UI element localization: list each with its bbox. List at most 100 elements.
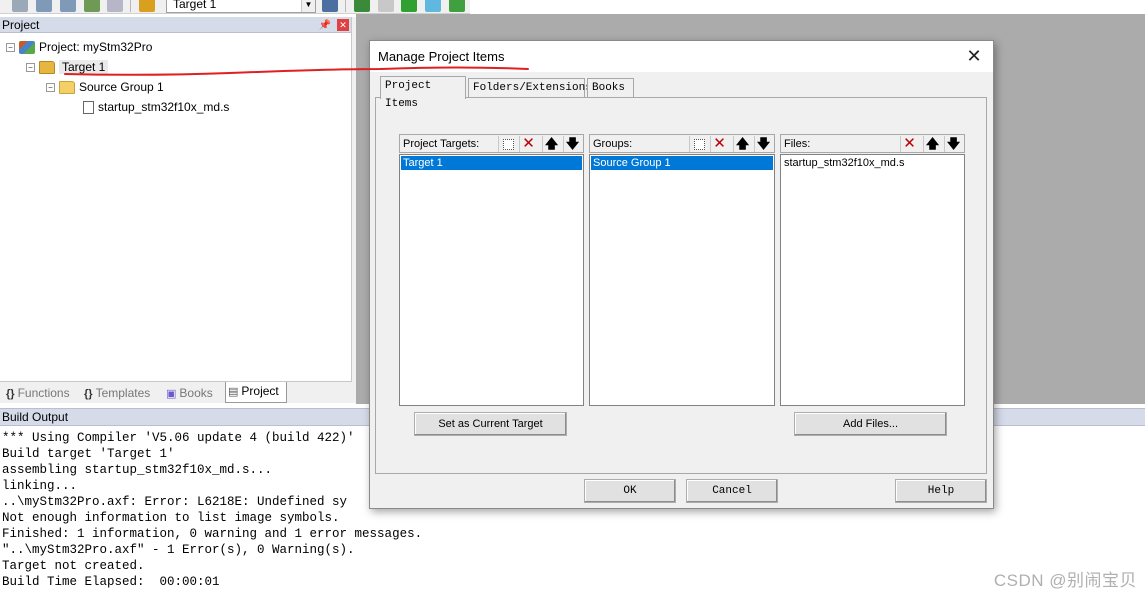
- build-line: Target not created.: [2, 559, 145, 573]
- tree-node-group[interactable]: − Source Group 1: [46, 78, 164, 96]
- tab-folders-extensions[interactable]: Folders/Extensions: [468, 78, 592, 98]
- project-targets-group: Project Targets: ✕ 🡅 🡇 Target 1: [399, 134, 584, 406]
- panel-splitter[interactable]: [352, 17, 356, 403]
- files-header: Files: ✕ 🡅 🡇: [780, 134, 965, 153]
- files-list[interactable]: startup_stm32f10x_md.s: [780, 154, 965, 406]
- delete-target-icon[interactable]: ✕: [519, 136, 537, 152]
- ok-button[interactable]: OK: [584, 479, 676, 503]
- tab-templates[interactable]: {} Templates: [82, 384, 160, 403]
- cancel-button[interactable]: Cancel: [686, 479, 778, 503]
- build-line: Build target 'Target 1': [2, 447, 175, 461]
- collapse-icon[interactable]: −: [46, 83, 55, 93]
- tab-books[interactable]: ▣ Books: [164, 384, 222, 403]
- tab-functions[interactable]: {} Functions: [4, 384, 76, 403]
- build-line: "..\myStm32Pro.axf" - 1 Error(s), 0 Warn…: [2, 543, 355, 557]
- move-up-icon[interactable]: 🡅: [733, 136, 751, 152]
- braces-icon: {}: [6, 388, 15, 400]
- project-panel-tabs: {} Functions {} Templates ▣ Books ▤ Project: [0, 381, 352, 403]
- groups-group: Groups: ✕ 🡅 🡇 Source Group 1: [589, 134, 775, 406]
- tree-node-target[interactable]: − Target 1: [26, 58, 109, 76]
- project-tab-icon: ▤: [228, 386, 239, 398]
- toolbar-separator: [130, 0, 131, 12]
- build-line: ..\myStm32Pro.axf: Error: L6218E: Undefi…: [2, 495, 348, 509]
- templates-icon: {}: [84, 388, 93, 400]
- files-label: Files:: [784, 138, 811, 150]
- move-down-icon[interactable]: 🡇: [944, 136, 962, 152]
- collapse-icon[interactable]: −: [26, 63, 35, 73]
- project-targets-label: Project Targets:: [403, 138, 480, 150]
- dialog-titlebar[interactable]: Manage Project Items ✕: [370, 41, 993, 72]
- list-item[interactable]: startup_stm32f10x_md.s: [782, 156, 963, 170]
- move-down-icon[interactable]: 🡇: [563, 136, 581, 152]
- stack-icon[interactable]: [84, 0, 100, 12]
- project-panel: Project 📌 ✕ − Project: myStm32Pro − Target…: [0, 17, 352, 403]
- tab-label: Books: [592, 82, 626, 94]
- batch-build-icon[interactable]: [12, 0, 28, 12]
- main-toolbar: Target 1 ▼: [0, 0, 470, 14]
- move-up-icon[interactable]: 🡅: [923, 136, 941, 152]
- add-files-button[interactable]: Add Files...: [794, 412, 947, 436]
- pin-icon[interactable]: 📌: [319, 18, 331, 34]
- new-target-icon[interactable]: [498, 136, 516, 152]
- groups-list[interactable]: Source Group 1: [589, 154, 775, 406]
- target-select[interactable]: Target 1 ▼: [166, 0, 316, 13]
- new-group-icon[interactable]: [689, 136, 707, 152]
- project-targets-header: Project Targets: ✕ 🡅 🡇: [399, 134, 584, 153]
- folder-icon: [59, 81, 75, 95]
- tab-project-items[interactable]: Project Items: [380, 76, 466, 110]
- files-group: Files: ✕ 🡅 🡇 startup_stm32f10x_md.s: [780, 134, 965, 406]
- tree-node-label: Target 1: [59, 60, 109, 74]
- manage-items-icon[interactable]: [354, 0, 370, 12]
- window-icon[interactable]: [378, 0, 394, 12]
- build-line: Finished: 1 information, 0 warning and 1…: [2, 527, 423, 541]
- tree-node-label: Source Group 1: [79, 80, 164, 94]
- tab-label: Folders/Extensions: [473, 82, 592, 94]
- toolbar-separator: [345, 0, 346, 12]
- list-item[interactable]: Source Group 1: [591, 156, 773, 170]
- watermark: CSDN @别闹宝贝: [993, 571, 1137, 590]
- project-panel-title: Project 📌 ✕: [0, 17, 351, 33]
- project-panel-title-text: Project: [2, 18, 40, 32]
- rebuild-icon[interactable]: [107, 0, 123, 12]
- tab-books[interactable]: Books: [587, 78, 634, 98]
- pack-installer-icon[interactable]: [449, 0, 465, 12]
- groups-header: Groups: ✕ 🡅 🡇: [589, 134, 775, 153]
- book-icon: ▣: [166, 388, 177, 400]
- close-icon[interactable]: ✕: [337, 19, 349, 31]
- project-targets-list[interactable]: Target 1: [399, 154, 584, 406]
- build-line: linking...: [2, 479, 78, 493]
- file-icon: [83, 101, 94, 115]
- diamond-icon[interactable]: [401, 0, 417, 12]
- list-item[interactable]: Target 1: [401, 156, 582, 170]
- move-down-icon[interactable]: 🡇: [754, 136, 772, 152]
- translate-icon[interactable]: [60, 0, 76, 12]
- filter-icon[interactable]: [425, 0, 441, 12]
- tree-node-file[interactable]: startup_stm32f10x_md.s: [83, 98, 229, 116]
- help-button[interactable]: Help: [895, 479, 987, 503]
- build-line: Not enough information to list image sym…: [2, 511, 340, 525]
- project-icon: [19, 41, 35, 55]
- tab-label: Templates: [95, 386, 151, 400]
- wizard-icon[interactable]: [322, 0, 338, 12]
- collapse-icon[interactable]: −: [6, 43, 15, 53]
- close-icon[interactable]: ✕: [963, 45, 985, 67]
- delete-file-icon[interactable]: ✕: [900, 136, 918, 152]
- download-icon[interactable]: [139, 0, 155, 12]
- chevron-down-icon[interactable]: ▼: [301, 0, 315, 12]
- tab-label: Books: [179, 386, 213, 400]
- tree-node-label: Project: myStm32Pro: [39, 40, 153, 54]
- dialog-title: Manage Project Items: [378, 49, 505, 64]
- tab-project[interactable]: ▤ Project: [225, 382, 287, 403]
- set-current-target-button[interactable]: Set as Current Target: [414, 412, 567, 436]
- build-output-title-text: Build Output: [2, 410, 69, 424]
- tree-node-project[interactable]: − Project: myStm32Pro: [6, 38, 152, 56]
- move-up-icon[interactable]: 🡅: [542, 136, 560, 152]
- build-line: *** Using Compiler 'V5.06 update 4 (buil…: [2, 431, 355, 445]
- tree-node-label: startup_stm32f10x_md.s: [98, 100, 230, 114]
- groups-label: Groups:: [593, 138, 633, 150]
- build-line: assembling startup_stm32f10x_md.s...: [2, 463, 273, 477]
- build-line: Build Time Elapsed: 00:00:01: [2, 575, 220, 589]
- target-folder-icon: [39, 61, 55, 75]
- options-icon[interactable]: [36, 0, 52, 12]
- delete-group-icon[interactable]: ✕: [710, 136, 728, 152]
